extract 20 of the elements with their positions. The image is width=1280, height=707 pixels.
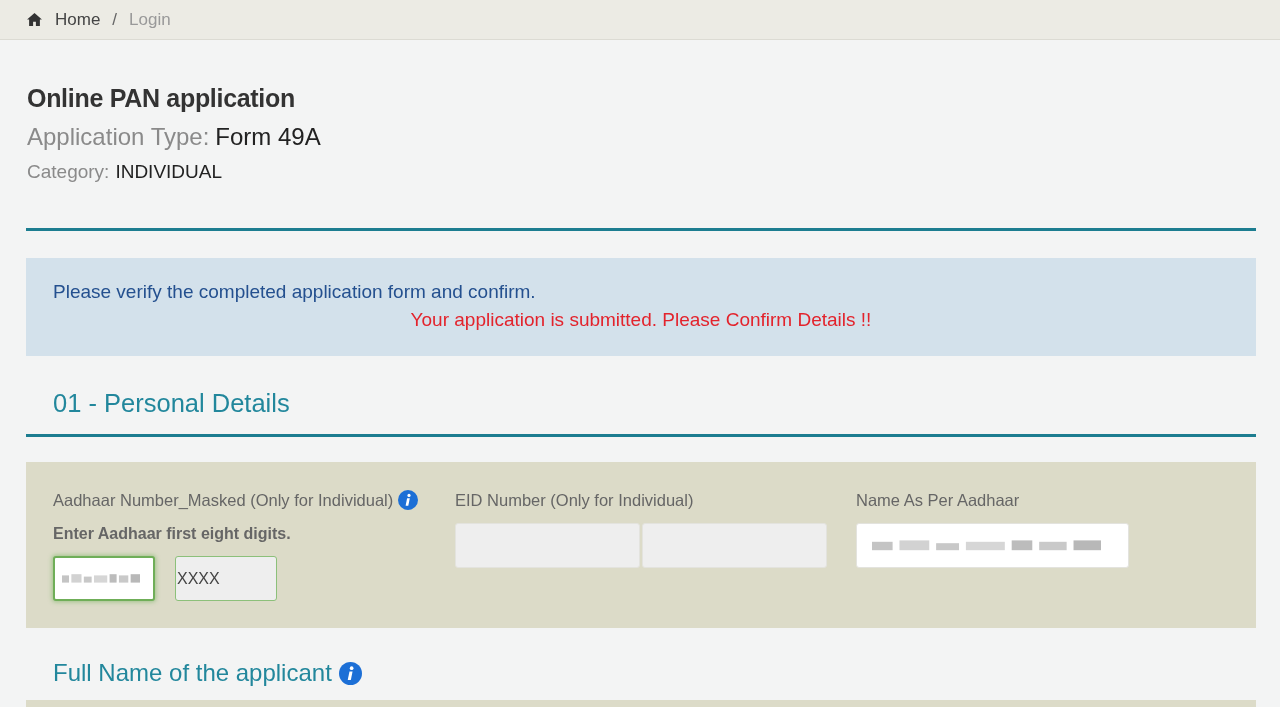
breadcrumb-current: Login <box>129 9 171 30</box>
category-value: INDIVIDUAL <box>115 160 222 184</box>
info-icon[interactable] <box>338 661 362 685</box>
field-hint: Enter Aadhaar first eight digits. <box>53 524 291 544</box>
application-type-value: Form 49A <box>215 122 321 152</box>
subsection-heading: Full Name of the applicant <box>53 658 332 688</box>
field-label: EID Number (Only for Individual) <box>455 490 694 510</box>
page-title: Online PAN application <box>27 84 295 112</box>
field-label: Aadhaar Number_Masked (Only for Individual) <box>53 490 394 510</box>
category-label: Category: <box>27 160 110 184</box>
input-field[interactable] <box>53 556 155 601</box>
home-link[interactable]: Home <box>27 9 101 30</box>
home-icon <box>27 13 42 26</box>
info-icon[interactable] <box>398 490 419 510</box>
submission-status-message: Your application is submitted. Please Confirm Details !! <box>410 310 872 330</box>
breadcrumb-separator: / <box>111 9 119 30</box>
section-heading: 01 - Personal Details <box>53 388 290 418</box>
application-type-label: Application Type: <box>27 122 210 152</box>
field-label: Name As Per Aadhaar <box>856 490 1020 510</box>
alert-message: Please verify the completed application form and confirm. <box>53 282 536 302</box>
